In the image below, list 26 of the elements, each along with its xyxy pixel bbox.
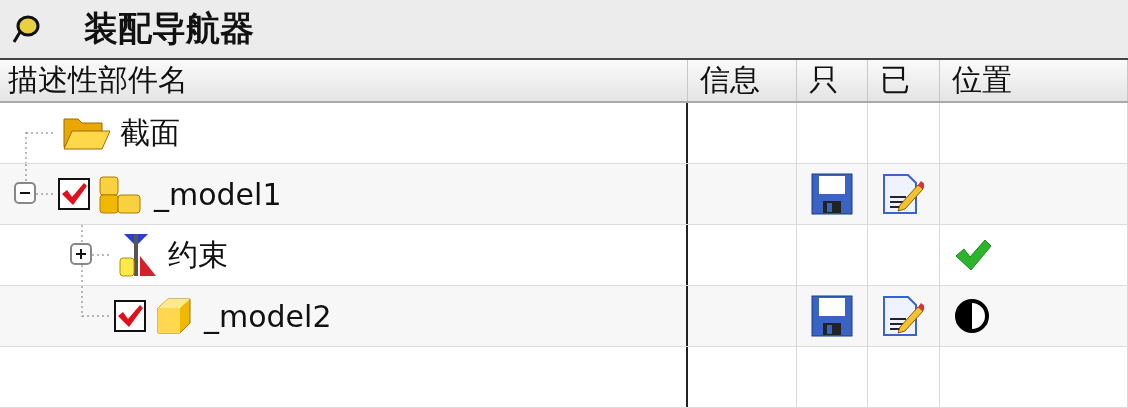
half-circle-icon bbox=[954, 298, 990, 334]
expand-toggle[interactable] bbox=[14, 182, 36, 204]
tree-connector bbox=[25, 132, 54, 163]
checkbox[interactable] bbox=[114, 300, 146, 332]
cubes-icon bbox=[98, 173, 144, 215]
navigator-icon bbox=[12, 14, 40, 44]
edit-document-icon bbox=[882, 173, 924, 215]
part-name: 约束 bbox=[168, 235, 228, 274]
check-icon bbox=[954, 238, 992, 272]
column-header[interactable]: 只 bbox=[797, 60, 868, 101]
part-name: 截面 bbox=[120, 113, 180, 152]
plus-icon bbox=[75, 248, 87, 260]
column-header[interactable]: 信息 bbox=[688, 60, 797, 101]
part-name: _model1 bbox=[154, 176, 282, 212]
part-name: _model2 bbox=[204, 298, 332, 334]
expand-toggle[interactable] bbox=[70, 243, 92, 265]
cube-icon bbox=[154, 296, 194, 336]
column-header[interactable]: 位置 bbox=[940, 60, 1128, 101]
column-header[interactable]: 描述性部件名 bbox=[0, 60, 688, 101]
checkbox[interactable] bbox=[58, 178, 90, 210]
constraints-icon bbox=[118, 232, 158, 278]
column-header[interactable]: 已 bbox=[868, 60, 940, 101]
tree-connector bbox=[25, 164, 54, 195]
edit-document-icon bbox=[882, 295, 924, 337]
window-title: 装配导航器 bbox=[84, 7, 254, 50]
folder-icon bbox=[62, 115, 110, 151]
